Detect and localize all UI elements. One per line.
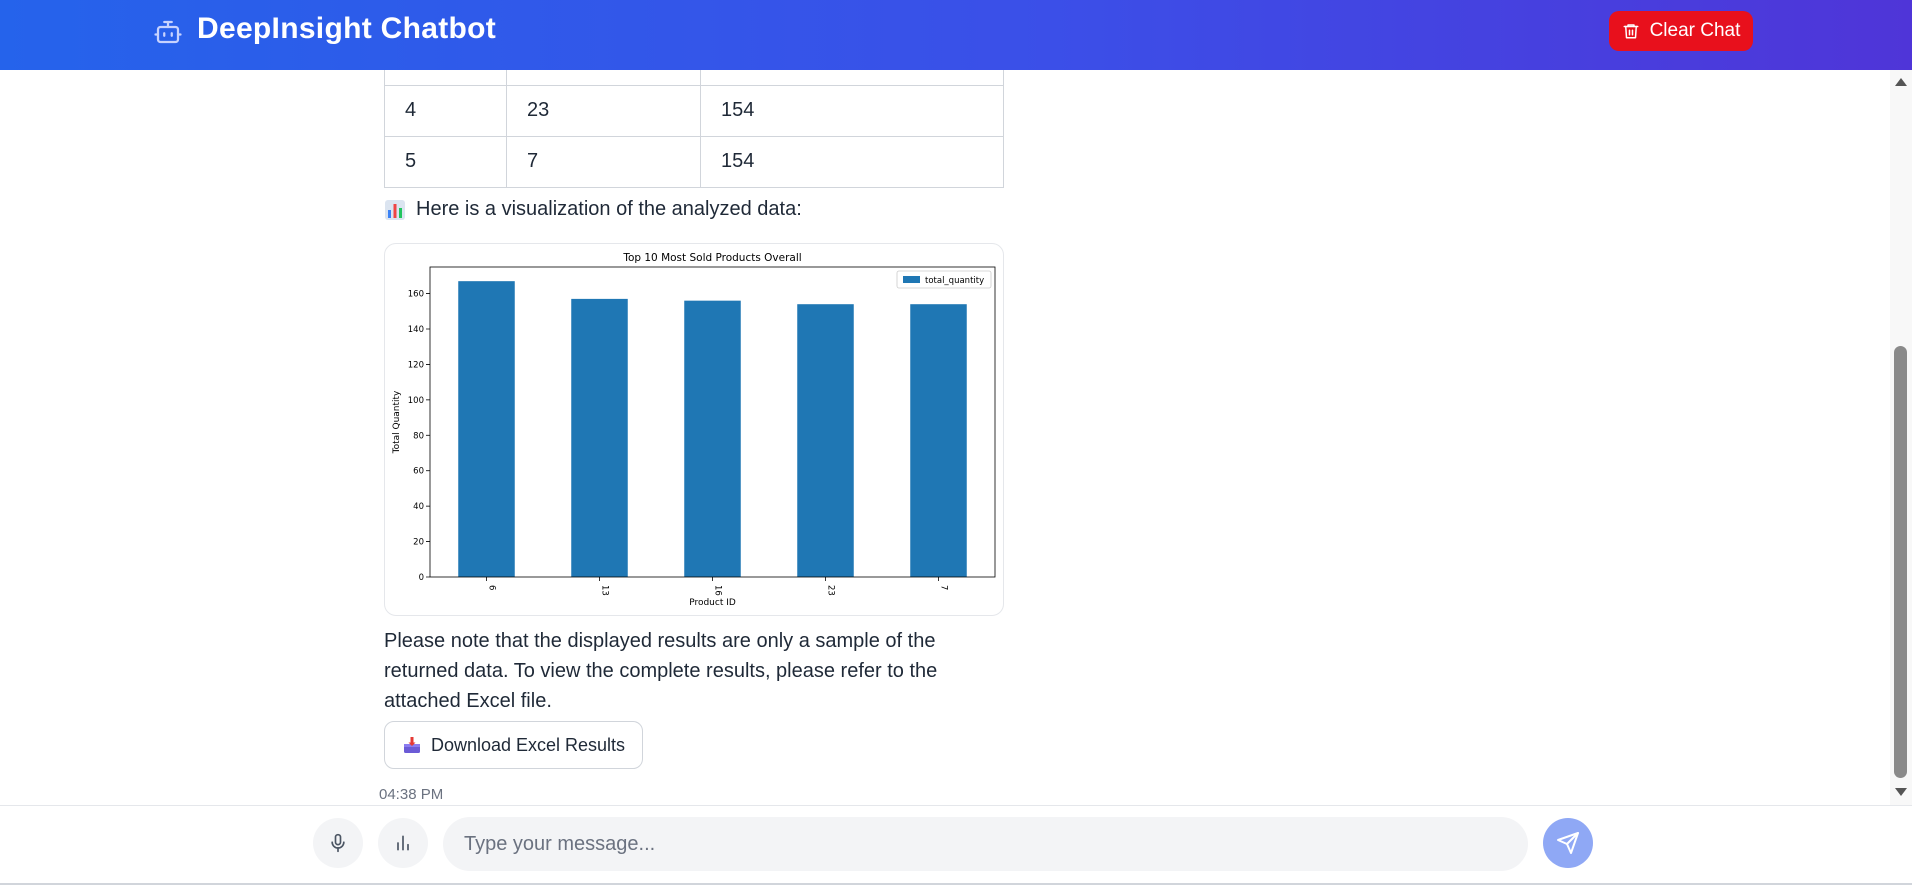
bar-chart-emoji-icon: [385, 199, 405, 220]
x-axis-label: Product ID: [689, 598, 736, 608]
table-cell: 23: [506, 84, 701, 137]
clear-chat-button[interactable]: Clear Chat: [1609, 11, 1753, 51]
sample-note: Please note that the displayed results a…: [384, 630, 938, 712]
download-label: Download Excel Results: [430, 734, 626, 755]
chart-bar: [797, 304, 854, 577]
y-tick-label: 120: [408, 360, 424, 370]
clear-chat-label: Clear Chat: [1649, 20, 1741, 41]
x-tick-label: 23: [826, 585, 836, 596]
visualization-intro: Here is a visualization of the analyzed …: [384, 198, 802, 221]
visualization-text: Here is a visualization of the analyzed …: [416, 198, 802, 220]
y-tick-label: 160: [408, 290, 424, 300]
bar-chart-icon: [397, 835, 409, 851]
y-tick-label: 100: [408, 396, 424, 406]
table-row: 4 23 154: [384, 84, 1004, 137]
chart-bar: [571, 298, 628, 577]
legend-label: total_quantity: [925, 276, 984, 286]
chart-card: Top 10 Most Sold Products Overall 6 13 16 23…: [384, 243, 1004, 616]
results-table: 4 23 154 5 7 154: [384, 70, 1004, 188]
chart-bar: [910, 304, 967, 577]
y-tick-label: 20: [413, 538, 424, 548]
y-tick-label: 0: [419, 573, 424, 583]
chart-bar: [458, 281, 515, 577]
trash-icon: [1623, 24, 1639, 39]
legend-swatch: [903, 276, 920, 283]
table-cell: 5: [384, 135, 507, 188]
x-tick-label: 16: [713, 585, 723, 596]
app-title: DeepInsight Chatbot: [197, 12, 497, 45]
table-cell: 7: [506, 135, 701, 188]
y-tick-label: 40: [413, 502, 424, 512]
message-timestamp: 04:38 PM: [379, 786, 444, 803]
scroll-down-arrow-icon[interactable]: [1895, 788, 1907, 796]
chart-bar: [684, 300, 741, 577]
table-row: 5 7 154: [384, 135, 1004, 188]
bar-chart: Top 10 Most Sold Products Overall 6 13 16 23…: [392, 252, 996, 608]
chat-scrollbar[interactable]: [1890, 70, 1912, 805]
y-tick-label: 60: [413, 467, 424, 477]
robot-icon: [154, 20, 182, 44]
chat-messages: 4 23 154 5 7 154 Here is a visualization…: [0, 70, 1890, 805]
table-row: [384, 70, 1004, 86]
message-composer: [0, 805, 1912, 885]
y-tick-label: 140: [408, 325, 424, 335]
scrollbar-thumb[interactable]: [1894, 346, 1907, 778]
scroll-up-arrow-icon[interactable]: [1895, 78, 1907, 86]
microphone-icon: [331, 833, 345, 853]
send-button[interactable]: [1543, 818, 1593, 868]
message-input[interactable]: [443, 817, 1528, 871]
x-tick-label: 13: [600, 585, 610, 596]
table-cell: 4: [384, 84, 507, 137]
send-icon: [1557, 832, 1579, 854]
chart-title: Top 10 Most Sold Products Overall: [622, 252, 801, 264]
download-excel-button[interactable]: Download Excel Results: [384, 721, 643, 769]
table-cell: [384, 70, 507, 86]
app-header: DeepInsight Chatbot Clear Chat: [0, 0, 1912, 70]
x-tick-label: 6: [487, 585, 497, 590]
inbox-tray-icon: [403, 737, 420, 753]
voice-input-button[interactable]: [313, 818, 363, 868]
x-tick-label: 7: [939, 585, 949, 590]
chart-toggle-button[interactable]: [378, 818, 428, 868]
table-cell: [506, 70, 701, 86]
table-cell: 154: [700, 135, 1004, 188]
table-cell: 154: [700, 84, 1004, 137]
y-axis-label: Total Quantity: [392, 390, 402, 454]
table-cell: [700, 70, 1004, 86]
y-tick-label: 80: [413, 431, 424, 441]
